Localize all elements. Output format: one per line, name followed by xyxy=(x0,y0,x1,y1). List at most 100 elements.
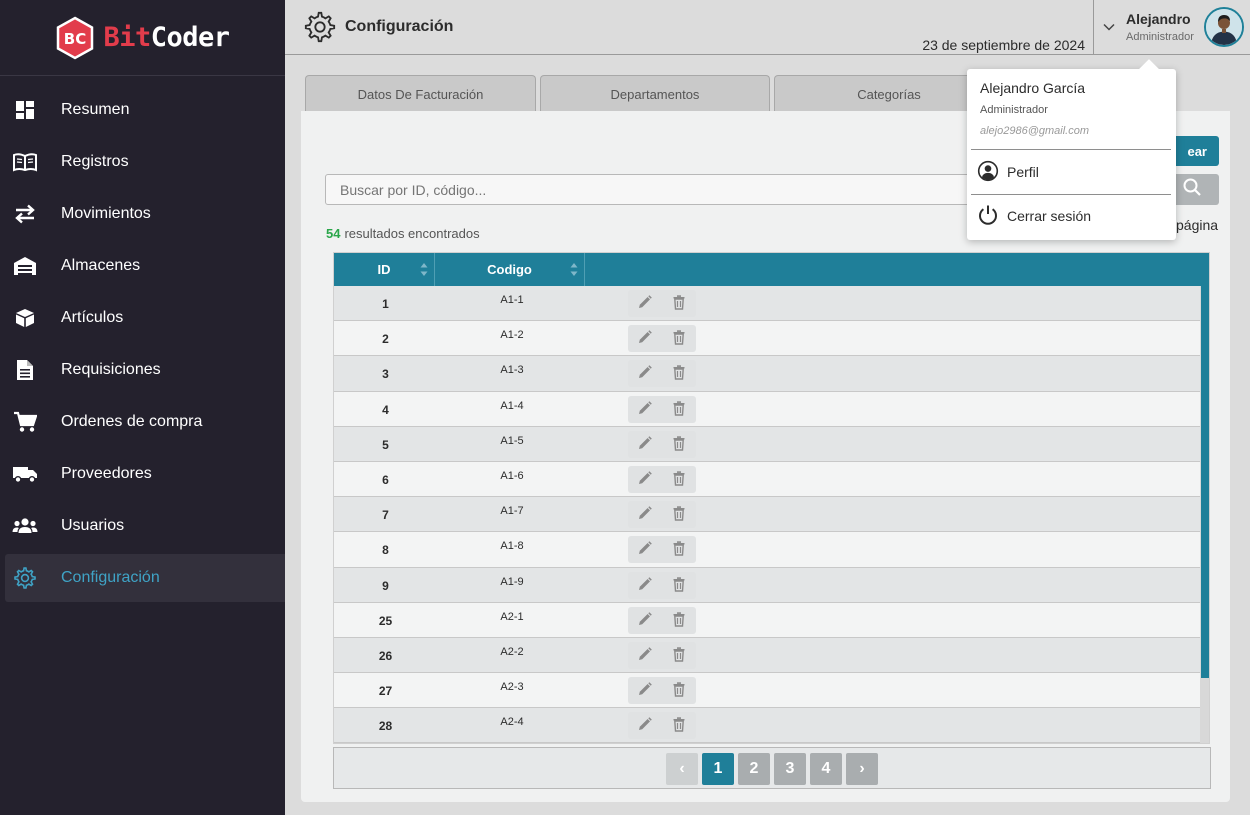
logout-menu-item[interactable]: Cerrar sesión xyxy=(977,203,1091,229)
edit-icon[interactable] xyxy=(637,611,653,630)
sidebar-item-resumen[interactable]: Resumen xyxy=(0,84,285,136)
table-scrollbar[interactable] xyxy=(1200,286,1209,743)
sort-icon xyxy=(570,262,578,277)
next-page-button[interactable]: › xyxy=(846,753,878,785)
cell-code: A1-7 xyxy=(500,505,524,518)
table-row: 1 A1-1 xyxy=(334,286,1200,322)
sidebar-item-label: Proveedores xyxy=(61,465,152,482)
edit-icon[interactable] xyxy=(637,646,653,665)
user-name: Alejandro xyxy=(1126,11,1191,27)
row-actions xyxy=(628,536,696,564)
dashboard-icon xyxy=(12,97,38,123)
brand-logo[interactable]: BC BitCoder xyxy=(0,0,285,76)
cell-id: 25 xyxy=(378,613,393,628)
trash-icon[interactable] xyxy=(671,611,687,630)
user-menu-toggle[interactable]: Alejandro Administrador xyxy=(1093,0,1250,55)
trash-icon[interactable] xyxy=(671,576,687,595)
cell-code: A1-1 xyxy=(500,294,524,306)
sort-icon xyxy=(420,262,428,277)
row-actions xyxy=(628,501,696,529)
sidebar-item-almacenes[interactable]: Almacenes xyxy=(0,240,285,292)
trash-icon[interactable] xyxy=(671,540,687,559)
sidebar-item-ordenes-de-compra[interactable]: Ordenes de compra xyxy=(0,396,285,448)
edit-icon[interactable] xyxy=(637,294,653,313)
edit-icon[interactable] xyxy=(637,576,653,595)
cell-id: 3 xyxy=(382,367,389,382)
sidebar-item-label: Ordenes de compra xyxy=(61,413,203,430)
column-header-codigo[interactable]: Codigo xyxy=(435,253,585,286)
trash-icon[interactable] xyxy=(671,681,687,700)
page-3-button[interactable]: 3 xyxy=(774,753,806,785)
avatar[interactable] xyxy=(1204,7,1244,47)
sidebar-item-articulos[interactable]: Artículos xyxy=(0,292,285,344)
table-row: 2 A1-2 xyxy=(334,321,1200,357)
trash-icon[interactable] xyxy=(671,470,687,489)
tab-datos-de-facturacion[interactable]: Datos De Facturación xyxy=(305,75,536,112)
cell-id: 5 xyxy=(382,437,389,452)
sidebar-item-configuracion[interactable]: Configuración xyxy=(5,554,285,602)
chevron-down-icon xyxy=(1102,20,1116,39)
sidebar-item-label: Almacenes xyxy=(61,257,141,274)
truck-icon xyxy=(12,461,38,487)
trash-icon[interactable] xyxy=(671,364,687,383)
edit-icon[interactable] xyxy=(637,329,653,348)
scrollbar-thumb[interactable] xyxy=(1201,286,1209,678)
search-icon xyxy=(1182,177,1202,202)
sidebar-item-usuarios[interactable]: Usuarios xyxy=(0,500,285,552)
table-row: 25 A2-1 xyxy=(334,602,1200,638)
page-2-button[interactable]: 2 xyxy=(738,753,770,785)
cart-icon xyxy=(12,409,38,435)
table-row: 6 A1-6 xyxy=(334,461,1200,498)
edit-icon[interactable] xyxy=(637,400,653,419)
edit-icon[interactable] xyxy=(637,435,653,454)
cell-id: 7 xyxy=(382,508,389,523)
table-row: 27 A2-3 xyxy=(334,673,1200,709)
per-page-label: página xyxy=(1176,217,1219,233)
trash-icon[interactable] xyxy=(671,435,687,454)
user-circle-icon xyxy=(977,160,999,185)
page-1-button[interactable]: 1 xyxy=(702,753,734,785)
table-body: 1 A1-1 2 A1-2 3 A1-3 4 A1-4 5 A1-5 6 A1-6 7 A1-7 8 A1-8… xyxy=(334,286,1200,743)
cell-code: A2-4 xyxy=(500,716,524,729)
sidebar-item-requisiciones[interactable]: Requisiciones xyxy=(0,344,285,396)
user-dropdown: Alejandro García Administrador alejo2986… xyxy=(967,69,1176,240)
edit-icon[interactable] xyxy=(637,505,653,524)
cell-code: A1-9 xyxy=(500,575,524,588)
edit-icon[interactable] xyxy=(637,540,653,559)
book-icon xyxy=(12,149,38,175)
cell-id: 1 xyxy=(382,297,389,311)
trash-icon[interactable] xyxy=(671,329,687,348)
sidebar-item-proveedores[interactable]: Proveedores xyxy=(0,448,285,500)
power-icon xyxy=(977,204,999,229)
trash-icon[interactable] xyxy=(671,505,687,524)
cell-id: 27 xyxy=(378,684,393,699)
cell-code: A1-8 xyxy=(500,540,524,553)
current-date: 23 de septiembre de 2024 xyxy=(922,37,1085,53)
sidebar-item-label: Artículos xyxy=(61,309,124,326)
trash-icon[interactable] xyxy=(671,716,687,735)
cell-code: A1-3 xyxy=(500,364,524,377)
trash-icon[interactable] xyxy=(671,400,687,419)
table-header: ID Codigo xyxy=(334,253,1209,286)
profile-menu-item[interactable]: Perfil xyxy=(977,159,1039,185)
column-header-id[interactable]: ID xyxy=(334,253,435,286)
sidebar-item-movimientos[interactable]: Movimientos xyxy=(0,188,285,240)
edit-icon[interactable] xyxy=(637,364,653,383)
edit-icon[interactable] xyxy=(637,681,653,700)
trash-icon[interactable] xyxy=(671,646,687,665)
prev-page-button[interactable]: ‹ xyxy=(666,753,698,785)
trash-icon[interactable] xyxy=(671,294,687,313)
sidebar-item-label: Resumen xyxy=(61,101,130,118)
page-4-button[interactable]: 4 xyxy=(810,753,842,785)
table-row: 26 A2-2 xyxy=(334,637,1200,674)
box-icon xyxy=(12,305,38,331)
row-actions xyxy=(628,712,696,740)
sidebar-item-registros[interactable]: Registros xyxy=(0,136,285,188)
users-icon xyxy=(12,513,38,539)
cell-code: A1-6 xyxy=(500,469,524,482)
edit-icon[interactable] xyxy=(637,470,653,489)
transfer-icon xyxy=(12,201,38,227)
svg-text:BC: BC xyxy=(64,30,86,48)
edit-icon[interactable] xyxy=(637,716,653,735)
tab-departamentos[interactable]: Departamentos xyxy=(540,75,770,112)
